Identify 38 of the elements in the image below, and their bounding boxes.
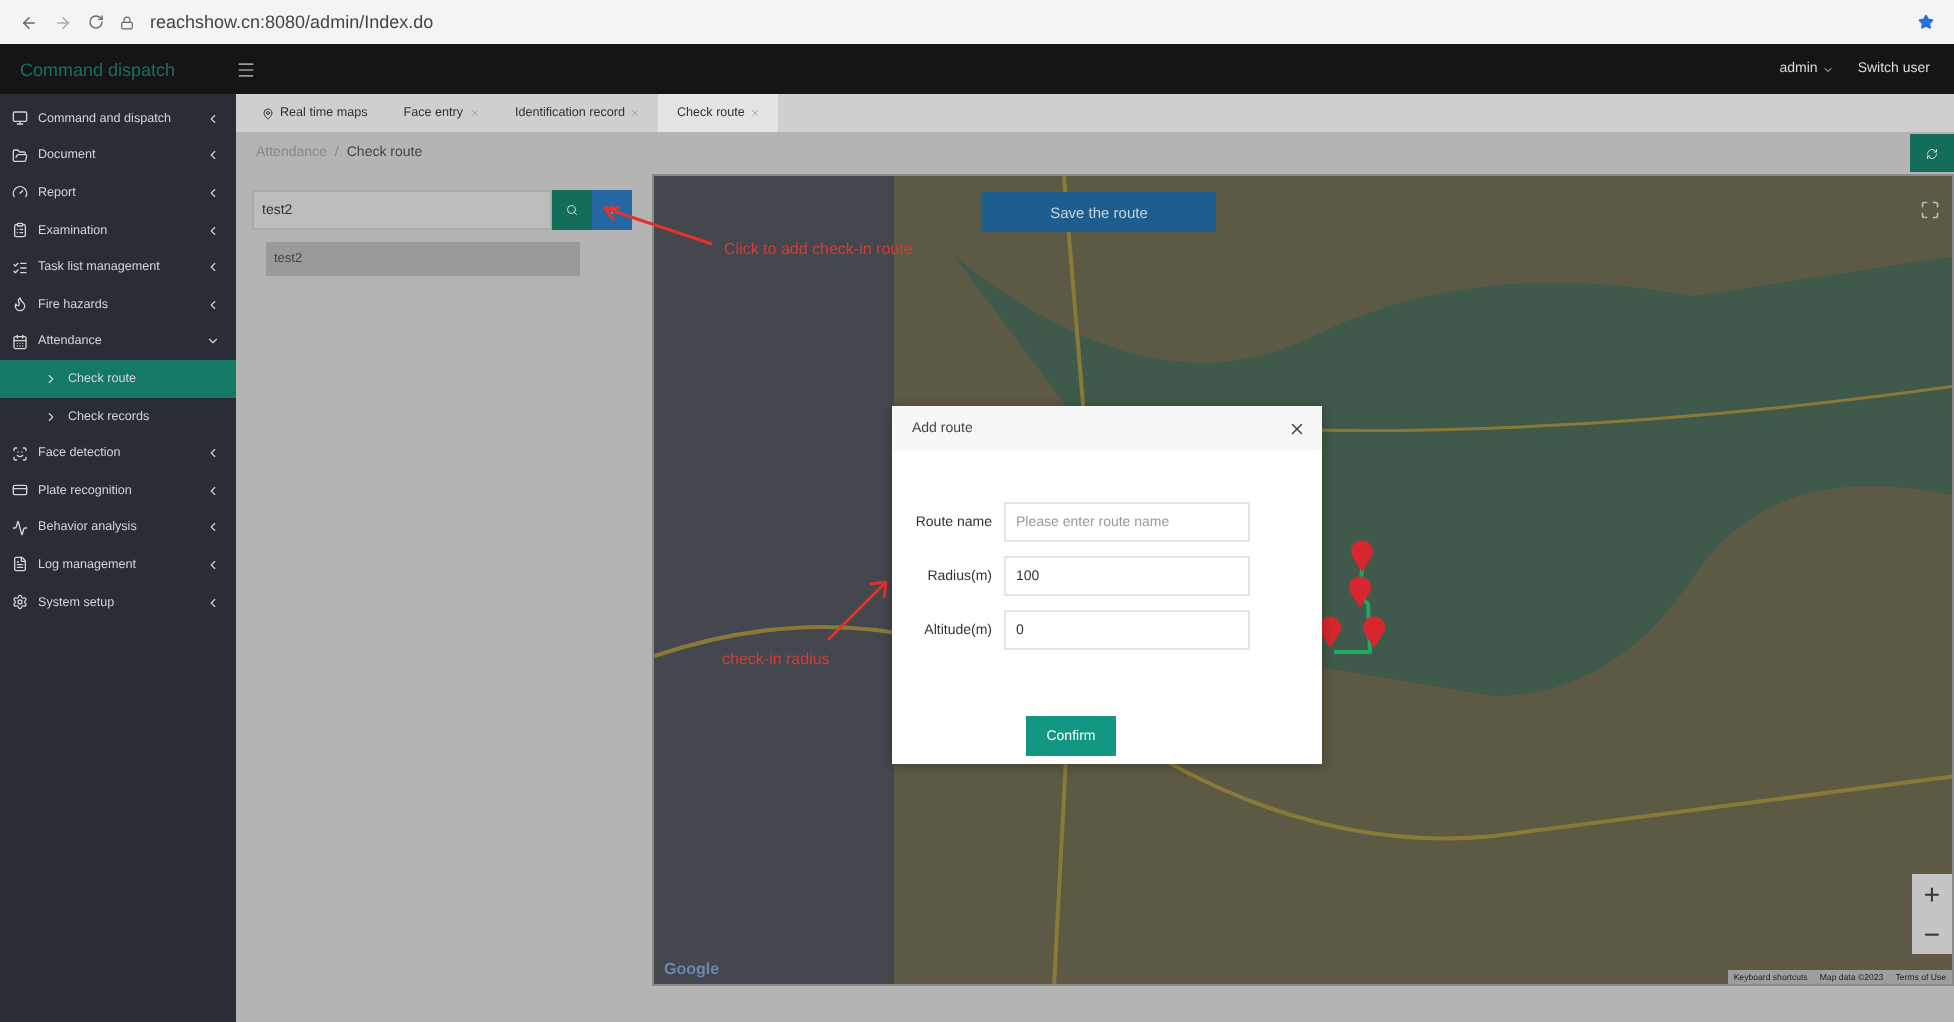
back-icon[interactable] [20,13,38,31]
refresh-button[interactable] [1910,134,1954,172]
clipboard-icon [12,222,28,239]
chevron-right-icon [44,371,58,386]
forward-icon[interactable] [54,13,72,31]
close-icon [1288,419,1306,437]
fullscreen-icon[interactable] [1920,200,1940,220]
pulse-icon [12,519,28,536]
map-pin-icon [262,107,274,119]
search-icon [566,204,578,216]
annotation-text: Click to add check-in route [724,240,913,258]
brand-title: Command dispatch [18,59,178,79]
gauge-icon [12,184,28,201]
flame-icon [12,296,28,313]
annotation-arrow [824,576,892,644]
checklist-icon [12,259,28,276]
face-scan-icon [12,445,28,462]
reload-icon[interactable] [88,14,104,30]
document-icon [12,556,28,573]
close-button[interactable] [1288,419,1306,437]
refresh-icon [1926,147,1938,159]
star-icon[interactable] [1918,14,1934,30]
add-button[interactable] [592,190,632,230]
search-button[interactable] [552,190,592,230]
chevron-right-icon [44,409,58,424]
annotation-text: check-in radius [722,650,830,668]
zoom-out-button[interactable]: − [1912,914,1952,954]
card-icon [12,482,28,499]
menu-icon[interactable] [236,59,256,79]
caret-icon [1821,63,1834,75]
monitor-icon [12,110,28,127]
folder-icon [12,147,28,164]
calendar-icon [12,333,28,350]
zoom-in-button[interactable]: + [1912,874,1952,914]
url-text[interactable]: reachshow.cn:8080/admin/Index.do [150,12,434,32]
settings-icon [12,594,28,611]
map-logo: Google [664,960,720,978]
lock-icon [120,15,134,29]
